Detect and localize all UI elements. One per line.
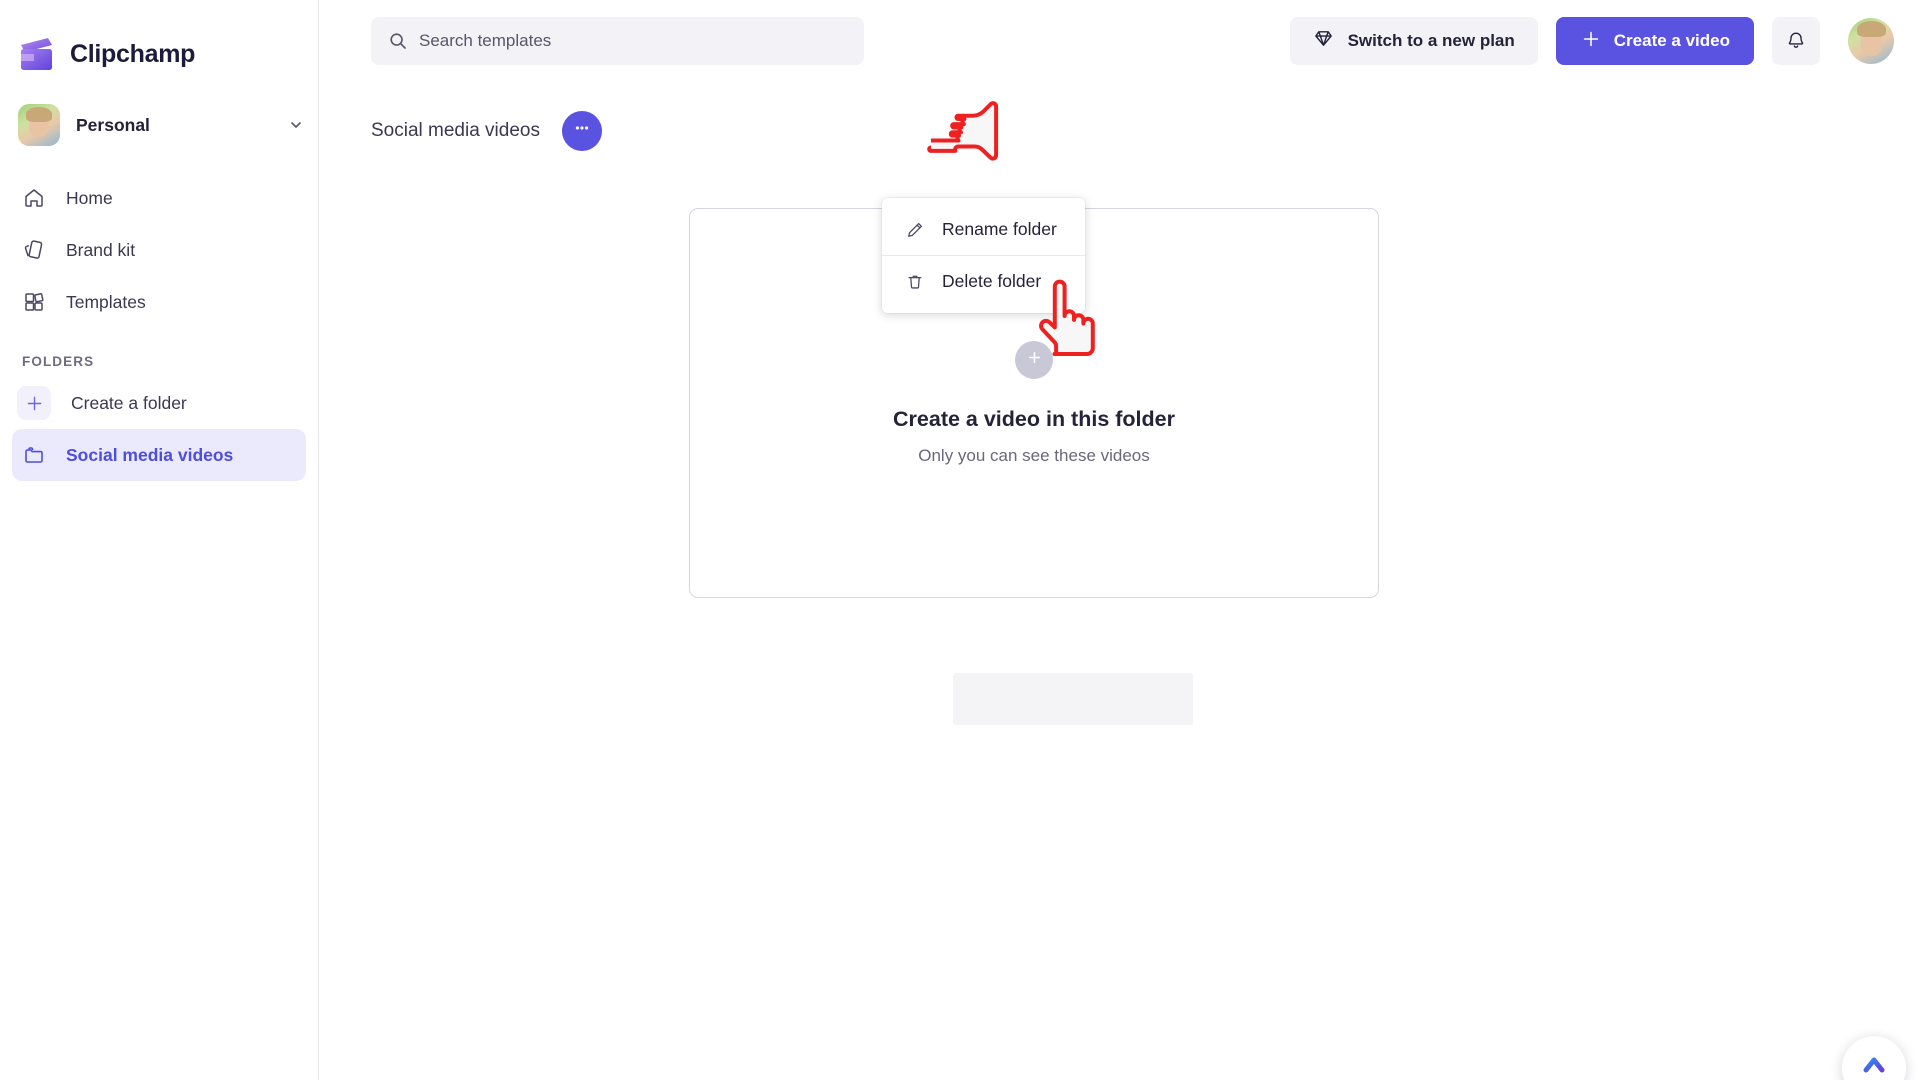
notifications-button[interactable] <box>1772 17 1820 65</box>
sidebar-item-home[interactable]: Home <box>12 172 306 224</box>
loading-skeleton <box>953 673 1193 725</box>
user-avatar[interactable] <box>1848 18 1894 64</box>
ellipsis-icon <box>572 118 592 138</box>
sidebar-item-label: Templates <box>66 291 146 312</box>
clipchamp-app: Clipchamp Personal Home Brand kit Templa… <box>0 0 1920 1080</box>
empty-state-subtitle: Only you can see these videos <box>918 445 1150 465</box>
switch-plan-label: Switch to a new plan <box>1347 31 1515 50</box>
chevron-down-icon <box>288 117 304 133</box>
create-a-video-label: Create a video <box>1613 31 1730 50</box>
help-chevron-icon <box>1861 1052 1887 1080</box>
add-video-button[interactable] <box>1015 340 1053 379</box>
folder-header: Social media videos <box>319 82 1920 152</box>
sidebar: Clipchamp Personal Home Brand kit Templa… <box>0 0 319 1080</box>
templates-icon <box>22 290 46 314</box>
home-icon <box>22 186 46 210</box>
search-templates-wrapper <box>371 17 864 65</box>
search-icon <box>388 31 408 51</box>
menu-item-label: Delete folder <box>942 271 1042 291</box>
account-switcher[interactable]: Personal <box>18 100 304 150</box>
brand: Clipchamp <box>0 0 318 82</box>
page-title: Social media videos <box>371 120 540 141</box>
folder-icon <box>22 443 46 467</box>
sidebar-item-label: Brand kit <box>66 239 136 260</box>
help-button[interactable] <box>1842 1036 1906 1080</box>
sidebar-item-label: Home <box>66 187 113 208</box>
folders-section-label: FOLDERS <box>22 354 95 369</box>
search-input[interactable] <box>371 17 864 65</box>
plus-icon <box>1025 348 1044 372</box>
diamond-icon <box>1313 28 1334 54</box>
bell-icon <box>1785 29 1807 54</box>
clipchamp-logo-icon <box>18 36 56 72</box>
create-a-video-button[interactable]: Create a video <box>1555 17 1754 65</box>
sidebar-item-brand-kit[interactable]: Brand kit <box>12 224 306 276</box>
sidebar-folder-social-media-videos[interactable]: Social media videos <box>12 429 306 481</box>
main-content: Switch to a new plan Create a video <box>319 0 1920 1080</box>
menu-item-delete-folder[interactable]: Delete folder <box>882 256 1085 307</box>
menu-item-rename-folder[interactable]: Rename folder <box>882 204 1085 255</box>
switch-plan-button[interactable]: Switch to a new plan <box>1289 17 1538 65</box>
create-a-folder-button[interactable]: Create a folder <box>12 377 306 429</box>
create-a-folder-label: Create a folder <box>71 392 187 413</box>
pencil-icon <box>906 221 924 239</box>
empty-state-title: Create a video in this folder <box>893 406 1175 431</box>
account-name: Personal <box>76 114 150 135</box>
sidebar-folder-label: Social media videos <box>66 444 234 465</box>
more-options-button[interactable] <box>561 111 602 151</box>
trash-icon <box>906 273 924 291</box>
avatar <box>18 104 60 146</box>
plus-icon <box>1580 28 1602 55</box>
sidebar-item-templates[interactable]: Templates <box>12 276 306 328</box>
brand-kit-icon <box>22 238 46 262</box>
plus-icon <box>17 386 51 420</box>
brand-name: Clipchamp <box>70 39 196 68</box>
sidebar-nav: Home Brand kit Templates <box>0 172 318 328</box>
folder-context-menu: Rename folder Delete folder <box>882 198 1085 313</box>
topbar: Switch to a new plan Create a video <box>319 0 1920 82</box>
menu-item-label: Rename folder <box>942 219 1057 239</box>
